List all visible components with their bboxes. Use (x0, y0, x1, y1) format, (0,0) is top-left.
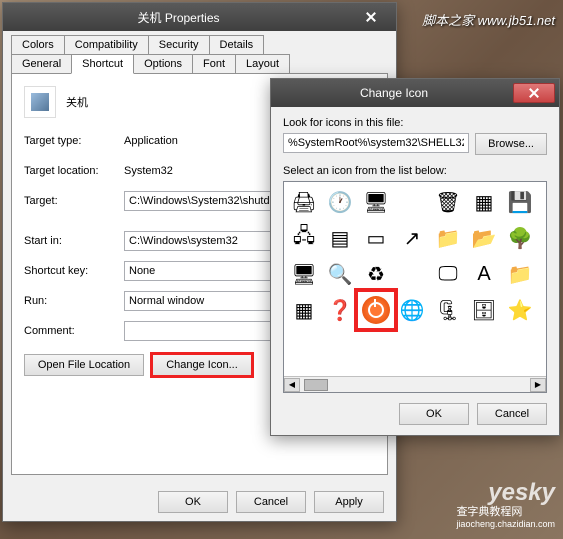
panel-icon[interactable]: ▦ (288, 294, 320, 326)
drive-icon[interactable]: 💾 (504, 186, 536, 218)
target-type-label: Target type: (24, 135, 124, 147)
scroll-right-arrow[interactable]: ▶ (530, 378, 546, 392)
watermark-bottom: 查字典教程网 jiaocheng.chazidian.com (456, 503, 555, 529)
network-icon[interactable]: 🖧 (288, 222, 320, 254)
zip-icon[interactable]: 🗜 (432, 294, 464, 326)
changeicon-close-button[interactable] (513, 83, 555, 103)
target-label: Target: (24, 195, 124, 207)
grid-icon[interactable]: ▦ (468, 186, 500, 218)
chip-icon[interactable]: ▤ (324, 222, 356, 254)
display-icon[interactable]: 🖵 (432, 258, 464, 290)
properties-titlebar[interactable]: 关机 Properties (3, 3, 396, 31)
startin-label: Start in: (24, 235, 124, 247)
cancel-button[interactable]: Cancel (236, 491, 306, 513)
close-icon (366, 12, 376, 22)
change-icon-button[interactable]: Change Icon... (152, 354, 252, 376)
globe-icon[interactable]: 🌐 (396, 294, 428, 326)
tab-general[interactable]: General (11, 54, 72, 74)
scroll-left-arrow[interactable]: ◀ (284, 378, 300, 392)
tab-details[interactable]: Details (209, 35, 265, 55)
help-icon[interactable]: ❓ (324, 294, 356, 326)
icon-path-input[interactable] (283, 133, 469, 153)
look-for-label: Look for icons in this file: (283, 117, 547, 129)
shortcut-file-icon (24, 86, 56, 118)
comment-label: Comment: (24, 325, 124, 337)
power-icon[interactable] (360, 294, 392, 326)
star-icon[interactable]: ⭐ (504, 294, 536, 326)
icon-scrollbar[interactable]: ◀ ▶ (284, 376, 546, 392)
change-icon-dialog: Change Icon Look for icons in this file:… (270, 78, 560, 436)
changeicon-ok-button[interactable]: OK (399, 403, 469, 425)
properties-footer: OK Cancel Apply (3, 483, 396, 521)
scroll-thumb[interactable] (304, 379, 328, 391)
watermark-top: 脚本之家 www.jb51.net (422, 10, 555, 29)
properties-title: 关机 Properties (7, 9, 350, 26)
open-file-location-button[interactable]: Open File Location (24, 354, 144, 376)
ok-button[interactable]: OK (158, 491, 228, 513)
apply-button[interactable]: Apply (314, 491, 384, 513)
arrow-icon[interactable]: ↗ (396, 222, 428, 254)
run-label: Run: (24, 295, 124, 307)
tree-icon[interactable]: 🌳 (504, 222, 536, 254)
tab-layout[interactable]: Layout (235, 54, 290, 74)
tab-font[interactable]: Font (192, 54, 236, 74)
changeicon-cancel-button[interactable]: Cancel (477, 403, 547, 425)
folder1-icon[interactable]: 📁 (432, 222, 464, 254)
clock-icon[interactable]: 🕐 (324, 186, 356, 218)
icon-list[interactable]: 🖨🕐🖥🗑▦💾🖧▤▭↗📁📂🌳🖥🔍♻🖵A📁▦❓🌐🗜🗄⭐ ◀ ▶ (283, 181, 547, 393)
tab-options[interactable]: Options (133, 54, 193, 74)
shortcutkey-label: Shortcut key: (24, 265, 124, 277)
folder2-icon[interactable]: 📂 (468, 222, 500, 254)
tab-security[interactable]: Security (148, 35, 210, 55)
close-icon (529, 88, 539, 98)
changeicon-title: Change Icon (275, 86, 513, 100)
tab-compatibility[interactable]: Compatibility (64, 35, 149, 55)
folder3-icon[interactable]: 📁 (504, 258, 536, 290)
tabs-container: Colors Compatibility Security Details Ge… (3, 31, 396, 73)
tab-colors[interactable]: Colors (11, 35, 65, 55)
search-icon[interactable]: 🔍 (324, 258, 356, 290)
target-location-label: Target location: (24, 165, 124, 177)
browse-button[interactable]: Browse... (475, 133, 547, 155)
computers-icon[interactable]: 🖥 (288, 258, 320, 290)
recycle-icon[interactable]: 🗑 (432, 186, 464, 218)
close-button[interactable] (350, 7, 392, 27)
monitor-icon[interactable]: 🖥 (360, 186, 392, 218)
shortcut-name: 关机 (66, 94, 88, 110)
tab-shortcut[interactable]: Shortcut (71, 54, 134, 74)
font-icon[interactable]: A (468, 258, 500, 290)
select-icon-label: Select an icon from the list below: (283, 165, 547, 177)
blank2[interactable] (396, 258, 428, 290)
window-icon[interactable]: ▭ (360, 222, 392, 254)
server-icon[interactable]: 🗄 (468, 294, 500, 326)
changeicon-titlebar[interactable]: Change Icon (271, 79, 559, 107)
refresh-icon[interactable]: ♻ (360, 258, 392, 290)
blank1[interactable] (396, 186, 428, 218)
printer-icon[interactable]: 🖨 (288, 186, 320, 218)
